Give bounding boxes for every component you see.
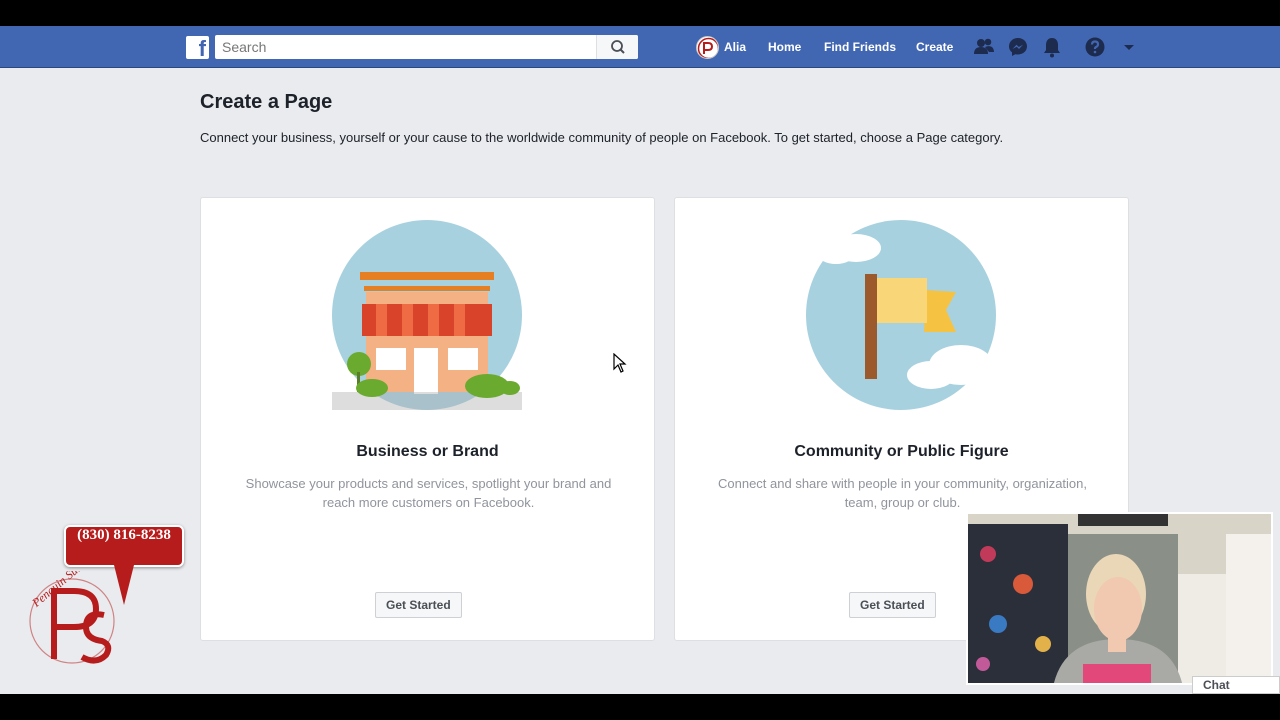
nav-create[interactable]: Create [916, 26, 953, 68]
business-brand-card: Business or Brand Showcase your products… [200, 197, 655, 641]
search-bar [215, 35, 638, 59]
friend-requests-icon[interactable] [973, 36, 995, 58]
account-menu-chevron-down-icon[interactable] [1118, 36, 1140, 58]
flag-illustration-icon [806, 220, 996, 410]
storefront-illustration-icon [332, 220, 522, 410]
notifications-bell-icon[interactable] [1041, 36, 1063, 58]
user-avatar[interactable] [696, 36, 719, 59]
help-icon[interactable] [1084, 36, 1106, 58]
profile-link[interactable]: Alia [724, 26, 746, 68]
mouse-cursor-icon [613, 353, 627, 373]
get-started-button[interactable]: Get Started [375, 592, 462, 618]
chat-tab[interactable]: Chat [1192, 676, 1280, 694]
phone-number-badge: (830) 816-8238 [64, 525, 184, 567]
get-started-button[interactable]: Get Started [849, 592, 936, 618]
facebook-logo-icon[interactable]: f [186, 36, 209, 61]
penguin-suits-logo: Penguin Suits [29, 571, 115, 664]
card-description: Connect and share with people in your co… [717, 476, 1088, 510]
nav-find-friends-label: Find Friends [824, 40, 896, 54]
card-description: Showcase your products and services, spo… [245, 476, 612, 510]
search-input[interactable] [215, 35, 595, 59]
search-icon [611, 40, 625, 54]
ps-avatar-icon [697, 37, 718, 58]
messenger-icon[interactable] [1007, 36, 1029, 58]
card-title: Community or Public Figure [794, 443, 1009, 460]
card-title: Business or Brand [356, 443, 499, 460]
page-subtitle: Connect your business, yourself or your … [200, 130, 1004, 145]
profile-name: Alia [724, 40, 747, 54]
facebook-topbar: f Alia Home Find Friends Create [0, 26, 1280, 68]
nav-home-label: Home [768, 40, 802, 54]
logo-letter: f [198, 36, 206, 61]
search-button[interactable] [596, 35, 638, 59]
nav-find-friends[interactable]: Find Friends [824, 26, 896, 68]
browser-viewport: f Alia Home Find Friends Create [0, 26, 1280, 694]
presenter-video-icon [968, 514, 1271, 683]
nav-create-label: Create [916, 40, 954, 54]
nav-home[interactable]: Home [768, 26, 801, 68]
webcam-video-overlay [966, 512, 1273, 685]
page-title: Create a Page [200, 91, 333, 113]
